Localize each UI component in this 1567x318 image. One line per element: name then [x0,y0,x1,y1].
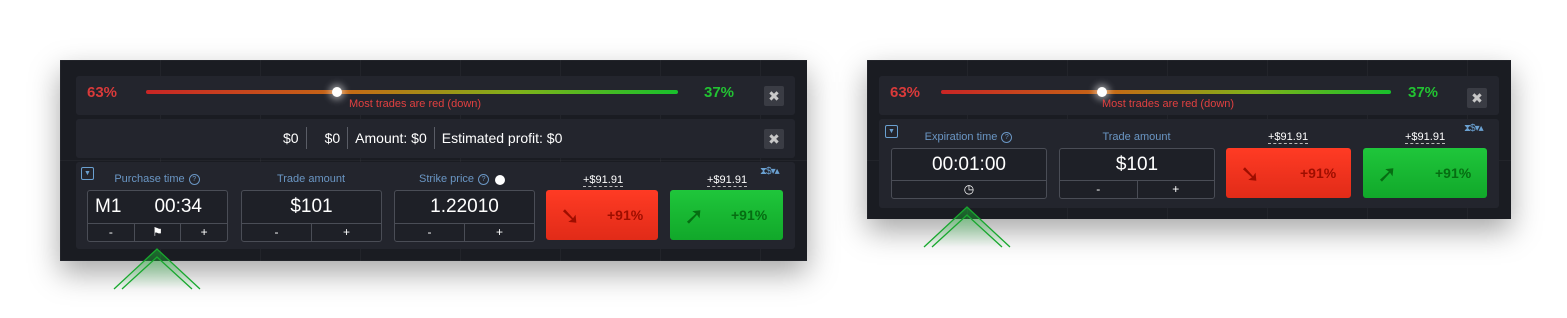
amount-total: Amount: $0 [355,130,427,146]
estimated-profit: Estimated profit: $0 [441,130,563,146]
payout-up: +$91.91 [1405,131,1446,144]
down-payout-percent: +91% [1300,165,1337,181]
arrow-down-icon: ➘ [1240,161,1261,188]
sentiment-bar [146,90,678,94]
trade-tools-icon[interactable]: ⧗$▾▴ [760,166,780,177]
green-percentage: 37% [1408,84,1439,101]
trade-row: ▼ Purchase time? M1 00:34 - ⚑ + Trade am… [76,162,795,249]
red-percentage: 63% [890,84,921,101]
help-icon[interactable]: ? [1001,132,1013,143]
purchase-time-value: 00:34 [154,196,202,217]
payout-up: +$91.91 [707,174,748,187]
arrow-down-icon: ➘ [560,203,581,230]
trade-amount-value[interactable]: $101 [242,191,381,223]
amount-plus-button[interactable]: + [1136,181,1215,198]
down-payout-percent: +91% [607,207,644,223]
trade-amount-control[interactable]: $101 - + [241,190,382,242]
pointer-chevron-right [923,206,1011,248]
help-icon[interactable]: ? [188,174,200,185]
strike-toggle[interactable] [495,175,505,185]
up-payout-percent: +91% [1435,165,1472,181]
buy-up-button[interactable]: ➚ +91% [670,190,783,240]
trade-row: ▼ Expiration time? 00:01:00 ◷ Trade amou… [879,119,1499,208]
pointer-chevron-left [113,248,201,290]
sentiment-message: Most trades are red (down) [1102,98,1235,110]
sentiment-marker [1097,87,1107,97]
payout-down: +$91.91 [1268,131,1309,144]
help-icon[interactable]: ? [478,174,490,185]
expiration-time-value[interactable]: 00:01:00 [892,149,1046,181]
close-sentiment-button[interactable]: ✖ [764,86,784,106]
clock-icon[interactable]: ◷ [892,181,1046,198]
trade-amount-label: Trade amount [276,173,346,185]
amount-value-1: $0 [283,130,299,146]
sell-down-button[interactable]: ➘ +91% [546,190,658,240]
trade-amount-value[interactable]: $101 [1060,149,1214,181]
amount-value-2: $0 [324,130,341,146]
sentiment-message: Most trades are red (down) [349,98,482,110]
trade-panel-right: 63% Most trades are red (down) 37% ✖ ▼ E… [867,60,1511,219]
strike-price-value[interactable]: 1.22010 [395,191,534,223]
flag-icon[interactable]: ⚑ [133,224,181,241]
amount-minus-button[interactable]: - [1060,181,1137,198]
sentiment-row: 63% Most trades are red (down) 37% ✖ [879,76,1499,115]
green-percentage: 37% [704,84,735,101]
payout-down: +$91.91 [583,174,624,187]
expiration-time-control[interactable]: 00:01:00 ◷ [891,148,1047,199]
up-payout-percent: +91% [731,207,768,223]
purchase-time-control[interactable]: M1 00:34 - ⚑ + [87,190,228,242]
trade-amount-control[interactable]: $101 - + [1059,148,1215,199]
trade-panel-left: 63% Most trades are red (down) 37% ✖ $0 … [60,60,807,261]
timeframe-value: M1 [95,196,122,217]
trade-tools-icon[interactable]: ⧗$▾▴ [1464,123,1484,134]
strike-plus-button[interactable]: + [464,224,534,241]
sentiment-bar [941,90,1391,94]
arrow-up-icon: ➚ [684,203,705,230]
close-sentiment-button[interactable]: ✖ [1467,88,1487,108]
sentiment-marker [332,87,342,97]
trade-amount-label: Trade amount [1102,131,1171,143]
sentiment-row: 63% Most trades are red (down) 37% ✖ [76,76,795,115]
red-percentage: 63% [87,84,118,101]
strike-minus-button[interactable]: - [395,224,464,241]
amount-minus-button[interactable]: - [242,224,311,241]
time-plus-button[interactable]: + [180,224,227,241]
amount-plus-button[interactable]: + [311,224,381,241]
purchase-time-label: Purchase time? [87,173,227,185]
expiration-time-label: Expiration time? [891,131,1046,143]
amounts-row: $0 $0 Amount: $0 Estimated profit: $0 ✖ [76,119,795,158]
sell-down-button[interactable]: ➘ +91% [1226,148,1351,198]
close-amounts-button[interactable]: ✖ [764,129,784,149]
strike-price-control[interactable]: 1.22010 - + [394,190,535,242]
time-minus-button[interactable]: - [88,224,134,241]
amounts-summary: $0 $0 Amount: $0 Estimated profit: $0 [276,127,569,149]
arrow-up-icon: ➚ [1377,161,1398,188]
buy-up-button[interactable]: ➚ +91% [1363,148,1487,198]
